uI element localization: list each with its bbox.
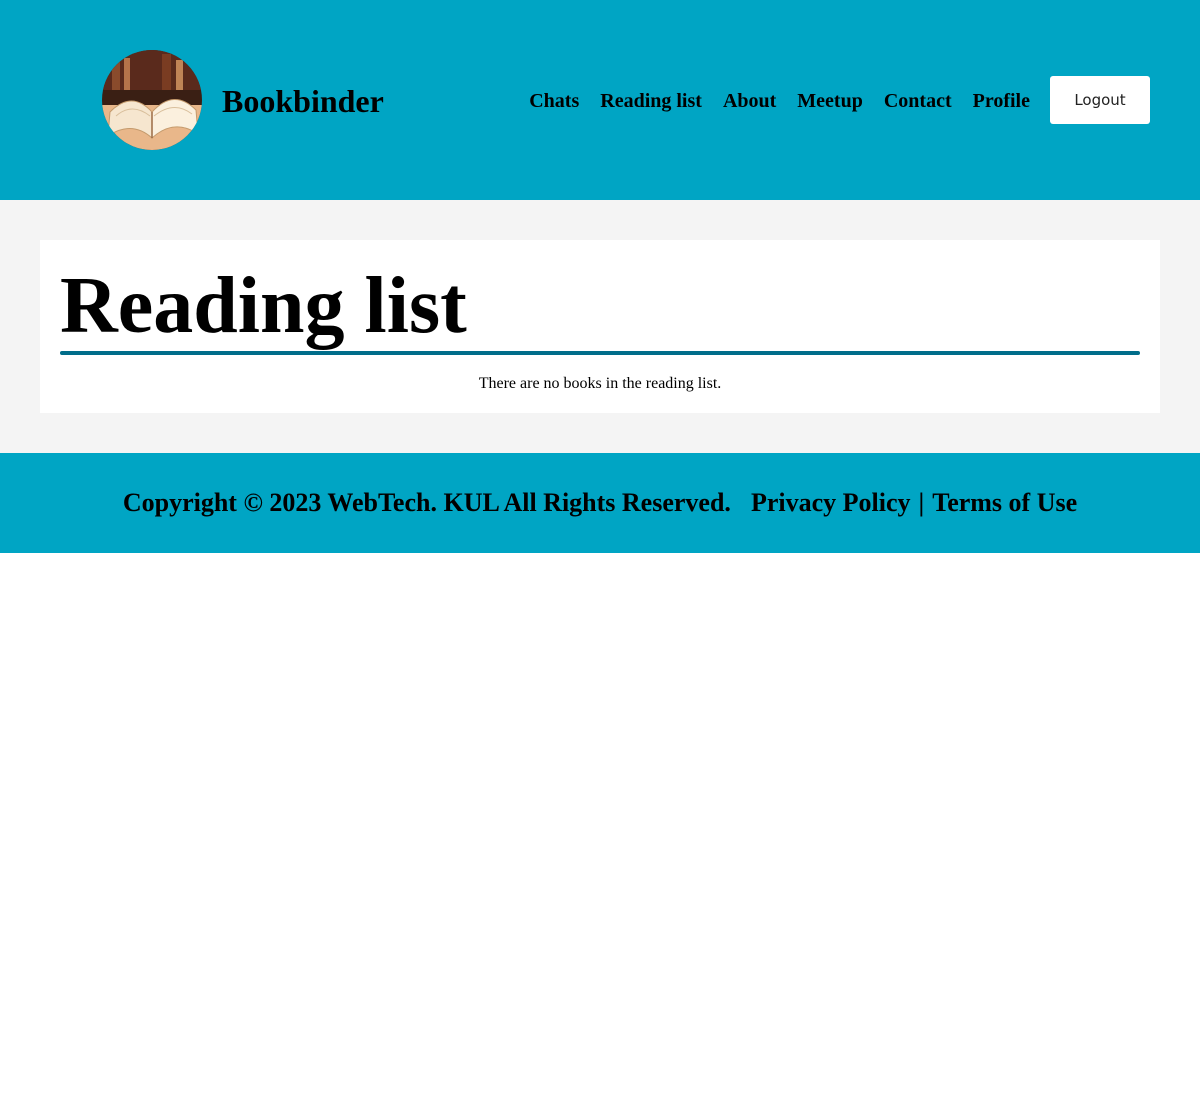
copyright-text: Copyright © 2023 WebTech. KUL All Rights… (122, 488, 731, 517)
nav-reading-list[interactable]: Reading list (600, 88, 702, 114)
privacy-policy-link[interactable]: Privacy Policy (751, 488, 911, 518)
open-book-logo (102, 50, 202, 150)
main-content: Reading list There are no books in the r… (0, 200, 1200, 453)
nav-contact[interactable]: Contact (884, 88, 952, 114)
site-header: Bookbinder Chats Reading list About Meet… (0, 0, 1200, 200)
book-icon (102, 50, 202, 150)
brand-name: Bookbinder (222, 83, 384, 119)
title-divider (60, 351, 1140, 355)
terms-of-use-link[interactable]: Terms of Use (932, 488, 1077, 518)
empty-state-message: There are no books in the reading list. (478, 375, 722, 392)
logout-button[interactable]: Logout (1050, 76, 1150, 124)
site-footer: Copyright © 2023 WebTech. KUL All Rights… (0, 453, 1200, 553)
page-title: Reading list (60, 262, 467, 350)
footer-separator: | (918, 488, 925, 517)
nav-profile[interactable]: Profile (973, 88, 1030, 114)
nav-meetup[interactable]: Meetup (797, 88, 863, 114)
main-nav: Chats Reading list About Meetup Contact … (529, 88, 1030, 114)
reading-list-card: Reading list There are no books in the r… (40, 240, 1160, 413)
nav-chats[interactable]: Chats (529, 88, 579, 114)
nav-about[interactable]: About (723, 88, 776, 114)
